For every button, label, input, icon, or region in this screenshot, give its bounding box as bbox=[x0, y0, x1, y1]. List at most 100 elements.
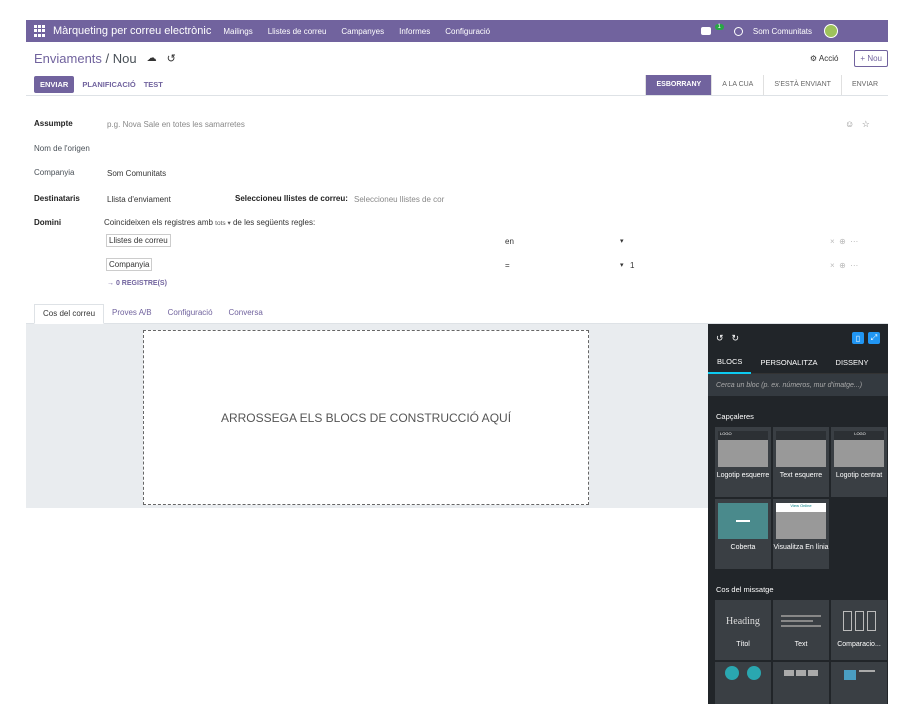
stage-sent[interactable]: ENVIAR bbox=[840, 74, 888, 95]
message-badge: 1 bbox=[714, 24, 724, 30]
undo-icon[interactable]: ↺ bbox=[716, 333, 724, 344]
block-dropzone[interactable]: ARROSSEGA ELS BLOCS DE CONSTRUCCIÓ AQUÍ bbox=[143, 330, 589, 505]
recipients-field[interactable]: Llista d'enviament bbox=[107, 195, 171, 204]
tab-customize[interactable]: PERSONALITZA bbox=[751, 352, 826, 374]
apps-menu-icon[interactable] bbox=[34, 25, 46, 37]
tab-conversation[interactable]: Conversa bbox=[221, 304, 271, 324]
breadcrumb-separator: / bbox=[101, 50, 113, 66]
test-button[interactable]: TEST bbox=[144, 80, 163, 89]
breadcrumb-parent[interactable]: Enviaments bbox=[34, 51, 102, 66]
mailing-lists-label: Seleccioneu llistes de correu: bbox=[235, 194, 348, 203]
tab-mail-body[interactable]: Cos del correu bbox=[34, 304, 105, 324]
status-row: ENVIAR PLANIFICACIÓ TEST ESBORRANY A LA … bbox=[26, 74, 888, 96]
domain-text-1: Coincideixen els registres amb bbox=[104, 218, 213, 227]
block-more-3[interactable] bbox=[831, 662, 887, 704]
add-rule-icon[interactable]: ⊕ bbox=[839, 261, 846, 270]
section-headers: Capçaleres bbox=[716, 412, 754, 421]
favorite-star-icon[interactable]: ☆ bbox=[862, 119, 870, 129]
mobile-preview-icon[interactable]: ▯ bbox=[852, 332, 864, 344]
action-menu-button[interactable]: ⚙ Acció bbox=[810, 54, 839, 63]
block-label: Comparacio... bbox=[837, 641, 881, 648]
redo-icon[interactable]: ↻ bbox=[732, 333, 740, 344]
tab-design[interactable]: DISSENY bbox=[827, 352, 878, 374]
block-logo-center[interactable]: LOGO Logotip centrat bbox=[831, 427, 887, 497]
avatar[interactable] bbox=[824, 24, 838, 38]
block-more-2[interactable] bbox=[773, 662, 829, 704]
rule-value-dropdown-1[interactable]: ▾ bbox=[620, 237, 624, 245]
delete-rule-icon[interactable]: × bbox=[830, 261, 835, 270]
tab-settings[interactable]: Configuració bbox=[160, 304, 221, 324]
stage-sending[interactable]: S'ESTÀ ENVIANT bbox=[763, 74, 841, 95]
tab-blocks[interactable]: BLOCS bbox=[708, 352, 752, 374]
logo-thumb-text: LOGO bbox=[718, 431, 768, 440]
rule-value-2[interactable]: 1 bbox=[630, 261, 634, 270]
breadcrumb-current: Nou bbox=[112, 50, 137, 66]
rule-operator-1[interactable]: en bbox=[505, 237, 514, 246]
subject-label: Assumpte bbox=[34, 119, 73, 128]
rule-field-2[interactable]: Companyia bbox=[106, 258, 153, 271]
fullscreen-icon[interactable]: ⤢ bbox=[868, 332, 880, 344]
mailing-lists-input[interactable]: Seleccioneu llistes de cor bbox=[354, 195, 444, 204]
more-rule-icon[interactable]: ⋯ bbox=[850, 261, 858, 270]
stage-draft[interactable]: ESBORRANY bbox=[645, 74, 712, 95]
block-title[interactable]: Heading Títol bbox=[715, 600, 771, 660]
subject-icons: ☺ ☆ bbox=[845, 119, 870, 130]
company-field[interactable]: Som Comunitats bbox=[107, 169, 166, 178]
menu-configuration[interactable]: Configuració bbox=[445, 27, 490, 36]
rule-operator-2[interactable]: = bbox=[505, 261, 510, 270]
block-label: Visualitza En línia bbox=[773, 544, 829, 551]
block-label: Coberta bbox=[730, 544, 756, 551]
discard-icon[interactable]: ↺ bbox=[167, 52, 176, 65]
block-comparison[interactable]: Comparacio... bbox=[831, 600, 887, 660]
delete-rule-icon[interactable]: × bbox=[830, 237, 835, 246]
menu-reports[interactable]: Informes bbox=[399, 27, 430, 36]
block-logo-left[interactable]: LOGO Logotip esquerre bbox=[715, 427, 771, 497]
recipients-label: Destinataris bbox=[34, 194, 80, 203]
block-more-1[interactable] bbox=[715, 662, 771, 704]
send-button[interactable]: ENVIAR bbox=[34, 76, 75, 93]
schedule-button[interactable]: PLANIFICACIÓ bbox=[82, 80, 135, 89]
block-cover[interactable]: Coberta bbox=[715, 499, 771, 569]
app-brand[interactable]: Màrqueting per correu electrònic bbox=[53, 25, 211, 37]
stage-queued[interactable]: A LA CUA bbox=[711, 74, 763, 95]
block-text-left[interactable]: Text esquerre bbox=[773, 427, 829, 497]
rule-value-dropdown-2[interactable]: ▾ bbox=[620, 261, 624, 269]
from-label: Nom de l'origen bbox=[34, 144, 90, 153]
add-rule-icon[interactable]: ⊕ bbox=[839, 237, 846, 246]
save-cloud-icon[interactable]: ☁ bbox=[147, 53, 157, 64]
emoji-icon[interactable]: ☺ bbox=[845, 119, 854, 129]
block-label: Text esquerre bbox=[779, 472, 823, 479]
builder-sidebar: ↺ ↻ ▯ ⤢ BLOCS PERSONALITZA DISSENY Cerca… bbox=[708, 324, 888, 704]
menu-mailings[interactable]: Mailings bbox=[223, 27, 252, 36]
block-search-input[interactable]: Cerca un bloc (p. ex. números, mur d'ima… bbox=[708, 374, 888, 396]
company-label: Companyia bbox=[34, 168, 75, 177]
domain-all-select[interactable]: tots ▾ bbox=[215, 220, 231, 227]
top-navbar: Màrqueting per correu electrònic Mailing… bbox=[26, 20, 888, 42]
header-blocks-grid: LOGO Logotip esquerre Text esquerre LOGO… bbox=[715, 427, 888, 569]
block-label: Títol bbox=[736, 641, 750, 648]
new-button[interactable]: + Nou bbox=[854, 49, 888, 67]
statusbar: ESBORRANY A LA CUA S'ESTÀ ENVIANT ENVIAR bbox=[645, 74, 888, 95]
block-label: Logotip esquerre bbox=[716, 472, 770, 479]
rule-actions-2: × ⊕ ⋯ bbox=[830, 261, 858, 270]
form-tabs: Cos del correu Proves A/B Configuració C… bbox=[26, 304, 888, 324]
menu-mailing-lists[interactable]: Llistes de correu bbox=[268, 27, 327, 36]
company-switcher[interactable]: Som Comunitats bbox=[753, 27, 812, 36]
block-text[interactable]: Text bbox=[773, 600, 829, 660]
block-label: Logotip centrat bbox=[835, 472, 883, 479]
domain-intro: Coincideixen els registres amb tots ▾ de… bbox=[104, 218, 315, 227]
activity-clock-icon[interactable] bbox=[733, 26, 743, 36]
block-view-online[interactable]: View Online Visualitza En línia bbox=[773, 499, 829, 569]
rule-field-1[interactable]: Llistes de correu bbox=[106, 234, 171, 247]
tab-ab-tests[interactable]: Proves A/B bbox=[104, 304, 160, 324]
logo-thumb-text: LOGO bbox=[834, 431, 884, 440]
view-online-thumb-text: View Online bbox=[776, 503, 826, 512]
control-panel: Enviaments / Nou ☁ ↺ ⚙ Acció + Nou bbox=[26, 44, 888, 72]
breadcrumb: Enviaments / Nou bbox=[34, 51, 137, 66]
records-count-button[interactable]: → 0 REGISTRE(S) bbox=[107, 280, 167, 287]
subject-input[interactable]: p.g. Nova Sale en totes les samarretes bbox=[107, 120, 245, 129]
more-rule-icon[interactable]: ⋯ bbox=[850, 237, 858, 246]
chat-icon[interactable] bbox=[700, 27, 711, 35]
body-blocks-grid: Heading Títol Text Comparacio... bbox=[715, 600, 888, 704]
menu-campaigns[interactable]: Campanyes bbox=[341, 27, 384, 36]
